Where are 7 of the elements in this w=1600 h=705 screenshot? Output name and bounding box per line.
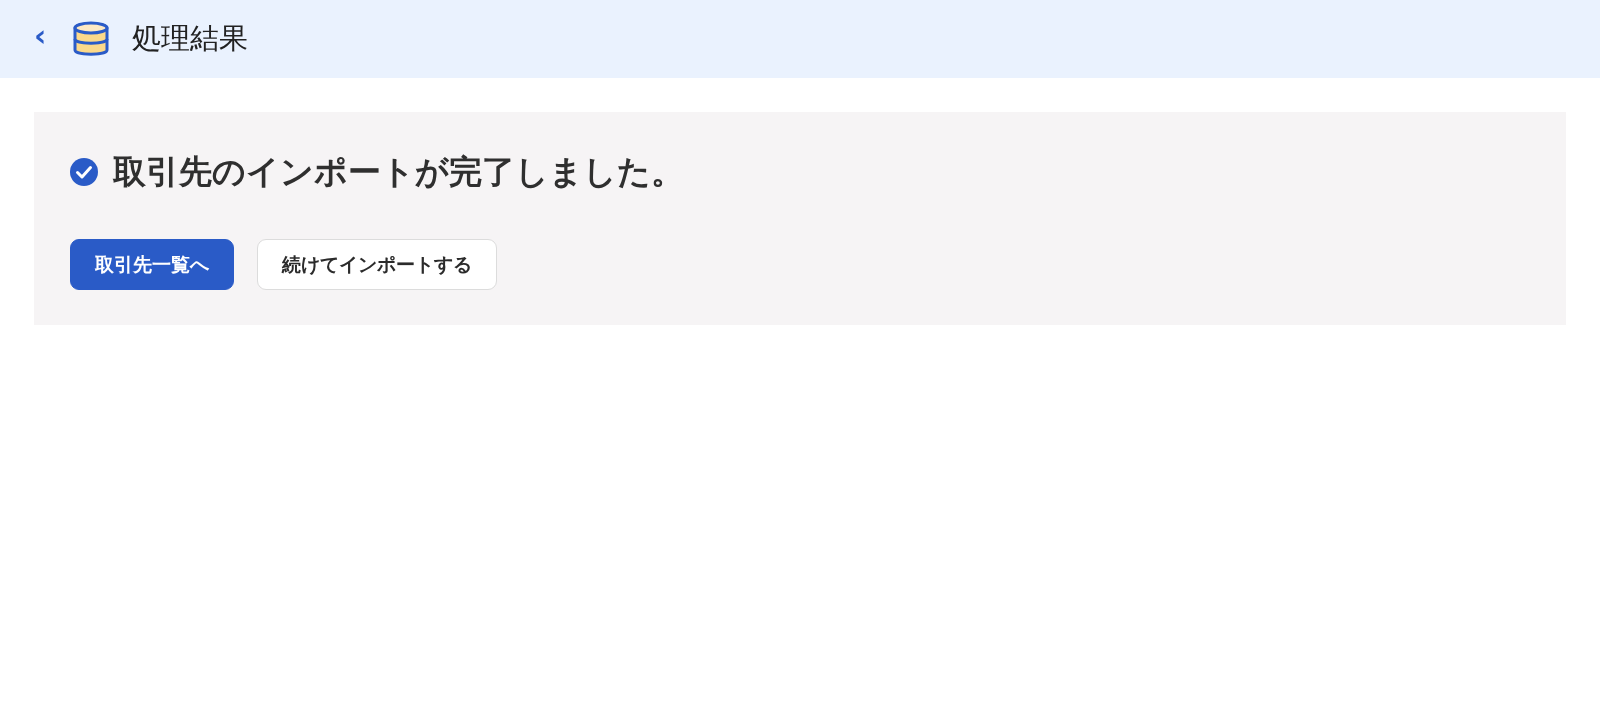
database-icon <box>72 20 111 58</box>
success-message: 取引先のインポートが完了しました。 <box>113 150 684 193</box>
check-circle-icon <box>70 158 98 186</box>
action-button[interactable]: 取引先一覧へ <box>70 239 234 290</box>
action-button[interactable]: 続けてインポートする <box>257 239 497 290</box>
page-title: 処理結果 <box>132 20 249 57</box>
back-button[interactable]: ‹ <box>30 21 51 57</box>
